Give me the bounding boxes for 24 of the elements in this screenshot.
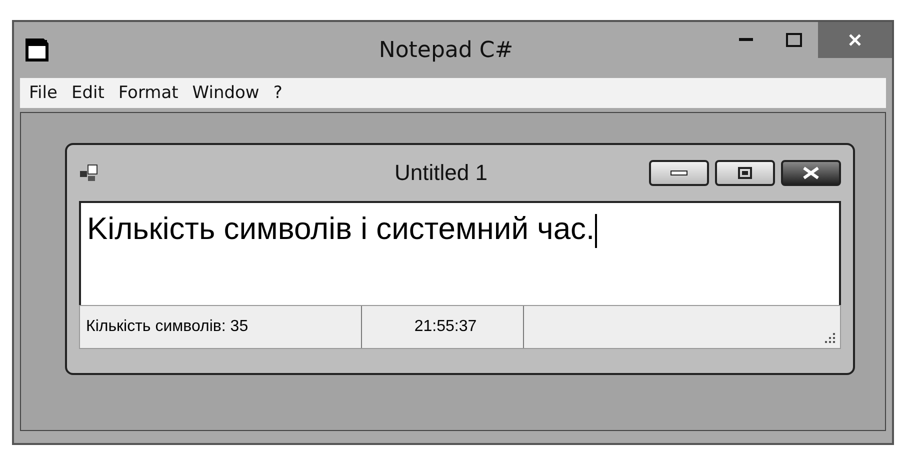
close-button[interactable] <box>781 160 841 186</box>
restore-icon <box>738 167 752 179</box>
maximize-icon <box>786 33 802 47</box>
menu-item[interactable]: ? <box>268 81 288 105</box>
text-editor[interactable]: Kількість символів і системний час. <box>79 201 841 305</box>
minimize-icon <box>739 38 753 42</box>
document-title: Untitled 1 <box>394 160 488 186</box>
close-icon <box>848 33 862 47</box>
minimize-button[interactable] <box>649 160 709 186</box>
editor-text: Kількість символів і системний час. <box>87 211 595 246</box>
restore-button[interactable] <box>715 160 775 186</box>
status-text: 21:55:37 <box>362 306 524 348</box>
menu-item[interactable]: Format <box>113 81 184 105</box>
resize-grip-icon[interactable] <box>824 332 836 344</box>
status-text: Кількість символів: 35 <box>80 306 362 348</box>
minimize-icon <box>670 170 688 176</box>
close-icon <box>801 166 821 180</box>
text-caret <box>594 214 597 248</box>
menu-item[interactable]: Window <box>187 81 264 105</box>
menu-item[interactable]: File <box>24 81 62 105</box>
window-icon <box>79 164 99 182</box>
window-title: Notepad C# <box>378 38 514 62</box>
menu-item[interactable]: Edit <box>66 81 110 105</box>
notepad-icon <box>24 37 50 63</box>
